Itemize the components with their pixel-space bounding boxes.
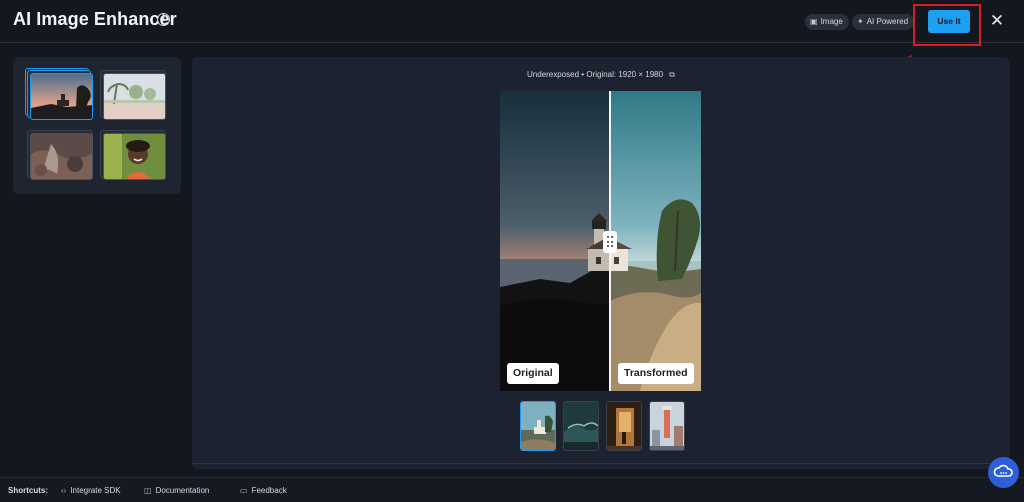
feedback-label: Feedback <box>251 486 287 495</box>
gallery-thumb-lighthouse[interactable] <box>25 68 93 120</box>
original-size: Original: 1920 × 1980 <box>586 70 664 79</box>
comparison-image <box>500 91 701 391</box>
shortcuts-footer: Shortcuts: ‹› Integrate SDK ◫ Documentatio… <box>0 477 1024 502</box>
ai-powered-badge: ✦ AI Powered <box>852 14 915 30</box>
documentation-link[interactable]: ◫ Documentation <box>144 486 209 495</box>
info-icon[interactable]: i <box>157 13 170 26</box>
chat-icon: ▭ <box>240 486 248 495</box>
close-icon[interactable]: ✕ <box>988 11 1006 31</box>
book-icon: ◫ <box>144 486 152 495</box>
sample-thumb-city[interactable] <box>649 401 685 451</box>
sample-thumbnail-strip <box>520 401 685 451</box>
sample-thumb-doorway[interactable] <box>606 401 642 451</box>
ai-powered-label: AI Powered <box>866 17 909 26</box>
chat-support-button[interactable] <box>988 457 1019 488</box>
integrate-sdk-link[interactable]: ‹› Integrate SDK <box>61 486 121 495</box>
gallery-thumb-rocks[interactable] <box>27 130 93 180</box>
code-icon: ‹› <box>61 486 67 495</box>
preview-panel: Underexposed • Original: 1920 × 1980 ⧉ O… <box>192 57 1010 469</box>
image-meta: Underexposed • Original: 1920 × 1980 ⧉ <box>192 70 1010 80</box>
original-label: Original <box>507 363 559 384</box>
cloud-chat-icon <box>993 464 1013 477</box>
transformed-label: Transformed <box>618 363 694 384</box>
gallery-thumb-beach[interactable] <box>100 70 166 120</box>
gallery-image <box>30 133 93 180</box>
image-gallery-panel <box>13 57 181 194</box>
feedback-link[interactable]: ▭ Feedback <box>240 486 287 495</box>
before-after-comparison[interactable]: Original Transformed <box>500 91 701 391</box>
gallery-image <box>103 133 166 180</box>
use-it-button[interactable]: Use It <box>928 10 970 33</box>
gallery-thumb-child[interactable] <box>100 130 166 180</box>
drag-handle-icon[interactable] <box>603 231 617 253</box>
gallery-image <box>30 73 93 120</box>
integrate-sdk-label: Integrate SDK <box>70 486 121 495</box>
image-badge: ▣ Image <box>805 14 849 30</box>
exposure-condition: Underexposed <box>526 70 580 79</box>
image-icon: ▣ <box>810 17 818 26</box>
image-badge-label: Image <box>820 17 843 26</box>
panel-divider <box>192 463 1010 464</box>
gallery-image <box>103 73 166 120</box>
sample-thumb-lighthouse[interactable] <box>520 401 556 451</box>
shortcuts-label: Shortcuts: <box>8 486 48 495</box>
top-bar: AI Image Enhancer i ▣ Image ✦ AI Powered U… <box>0 0 1024 43</box>
meta-separator: • <box>581 70 585 79</box>
sparkle-icon: ✦ <box>857 17 864 26</box>
sample-thumb-dark-landscape[interactable] <box>563 401 599 451</box>
external-link-icon[interactable]: ⧉ <box>669 70 675 80</box>
documentation-label: Documentation <box>155 486 210 495</box>
page-title: AI Image Enhancer <box>13 9 177 29</box>
